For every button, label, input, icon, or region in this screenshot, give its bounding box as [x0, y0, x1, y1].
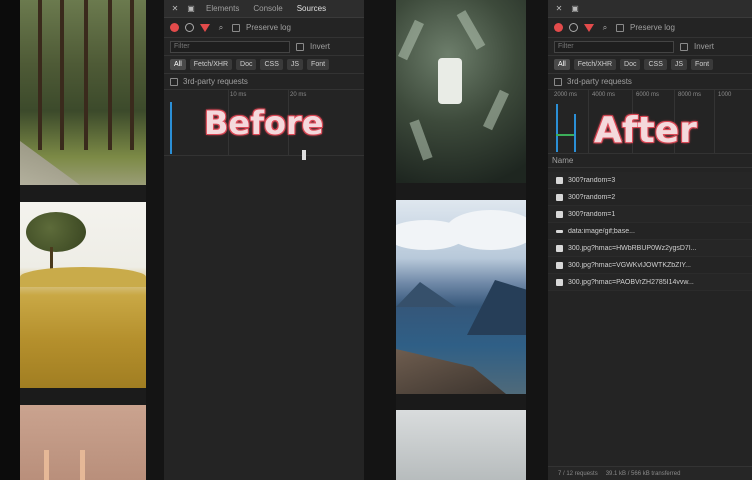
before-label: Before: [204, 104, 324, 142]
third-party-row: 3rd-party requests: [164, 74, 364, 90]
type-font[interactable]: Font: [691, 59, 714, 70]
filter-row: Filter Invert: [164, 38, 364, 56]
request-row[interactable]: data:image/gif;base...: [548, 223, 752, 240]
request-row[interactable]: 300?random=3: [548, 172, 752, 189]
tab-console[interactable]: Console: [249, 4, 286, 13]
search-icon[interactable]: ⌕: [216, 23, 226, 33]
record-icon[interactable]: [170, 23, 179, 32]
third-party-label: 3rd-party requests: [183, 77, 248, 86]
request-row[interactable]: 300?random=1: [548, 206, 752, 223]
after-image-gallery: [396, 0, 526, 480]
sand-photo: [20, 405, 146, 480]
clear-icon[interactable]: [185, 23, 194, 32]
filter-input[interactable]: Filter: [170, 40, 290, 53]
before-image-gallery: [20, 0, 146, 480]
left-edge: [0, 0, 20, 480]
requests-table-header: Name: [548, 154, 752, 168]
close-icon[interactable]: ✕: [554, 4, 564, 14]
image-file-icon: [556, 193, 563, 201]
image-file-icon: [556, 210, 563, 218]
image-file-icon: [556, 278, 563, 286]
filter-input[interactable]: Filter: [554, 40, 674, 53]
fjord-photo: [396, 200, 526, 394]
preserve-log-label: Preserve log: [246, 23, 291, 32]
timeline-tick: 4000 ms: [592, 92, 616, 98]
mossy-rock-photo: [396, 0, 526, 183]
invert-checkbox[interactable]: [680, 42, 688, 51]
type-all[interactable]: All: [170, 59, 186, 70]
forest-path-photo: [20, 0, 146, 185]
request-row[interactable]: 300.jpg?hmac=PAOBVrZH2785I14vvw...: [548, 274, 752, 291]
preserve-log-label: Preserve log: [630, 23, 675, 32]
type-fetch-xhr[interactable]: Fetch/XHR: [573, 59, 617, 70]
type-js[interactable]: JS: [286, 59, 304, 70]
request-count: 7 / 12 requests: [558, 470, 598, 477]
timeline-tick: 8000 ms: [678, 92, 702, 98]
timeline-tick: 2000 ms: [554, 92, 578, 98]
invert-checkbox[interactable]: [296, 42, 304, 51]
timeline-tick: 20 ms: [290, 92, 307, 98]
resource-type-filters: All Fetch/XHR Doc CSS JS Font: [548, 56, 752, 74]
misty-landscape-photo: [396, 410, 526, 480]
mouse-cursor-icon: [302, 150, 306, 160]
record-icon[interactable]: [554, 23, 563, 32]
search-icon[interactable]: ⌕: [600, 23, 610, 33]
invert-label: Invert: [694, 42, 715, 51]
close-icon[interactable]: ✕: [170, 4, 180, 14]
third-party-label: 3rd-party requests: [567, 77, 632, 86]
image-file-icon: [556, 176, 563, 184]
type-fetch-xhr[interactable]: Fetch/XHR: [189, 59, 233, 70]
after-label: After: [594, 110, 697, 151]
third-party-checkbox[interactable]: [554, 77, 562, 86]
timeline-tick: 6000 ms: [636, 92, 660, 98]
timeline-bar: [556, 134, 574, 136]
device-toggle-icon[interactable]: ▣: [186, 4, 196, 14]
device-toggle-icon[interactable]: ▣: [570, 4, 580, 14]
timeline-tick: 1000: [718, 92, 732, 98]
requests-list: 300?random=3 300?random=2 300?random=1 d…: [548, 172, 752, 291]
type-css[interactable]: CSS: [644, 59, 667, 70]
timeline-bar: [556, 104, 558, 152]
filter-row: Filter Invert: [548, 38, 752, 56]
name-column-header[interactable]: Name: [552, 156, 573, 165]
filter-icon[interactable]: [584, 23, 594, 32]
third-party-row: 3rd-party requests: [548, 74, 752, 90]
network-status-bar: 7 / 12 requests 39.1 kB / 566 kB transfe…: [548, 466, 752, 480]
network-toolbar: ⌕ Preserve log: [164, 18, 364, 38]
wheat-field-photo: [20, 202, 146, 388]
type-all[interactable]: All: [554, 59, 570, 70]
type-doc[interactable]: Doc: [236, 59, 257, 70]
filter-icon[interactable]: [200, 23, 210, 32]
type-js[interactable]: JS: [670, 59, 688, 70]
devtools-tabbar: ✕ ▣ Elements Console Sources: [164, 0, 364, 18]
network-toolbar: ⌕ Preserve log: [548, 18, 752, 38]
invert-label: Invert: [310, 42, 331, 51]
type-css[interactable]: CSS: [260, 59, 283, 70]
devtools-network-panel-before: ✕ ▣ Elements Console Sources ⌕ Preserve …: [164, 0, 364, 480]
type-font[interactable]: Font: [307, 59, 330, 70]
tab-elements[interactable]: Elements: [202, 4, 243, 13]
type-doc[interactable]: Doc: [620, 59, 641, 70]
clear-icon[interactable]: [569, 23, 578, 32]
transferred-size: 39.1 kB / 566 kB transferred: [605, 470, 681, 477]
request-row[interactable]: 300?random=2: [548, 189, 752, 206]
preserve-log-checkbox[interactable]: [232, 23, 240, 32]
preserve-log-checkbox[interactable]: [616, 23, 624, 32]
request-row[interactable]: 300.jpg?hmac=HWbRBUP0Wz2ygsD7I...: [548, 240, 752, 257]
timeline-tick: 10 ms: [230, 92, 247, 98]
timeline-bar: [574, 114, 576, 152]
devtools-tabbar: ✕ ▣: [548, 0, 752, 18]
image-file-icon: [556, 261, 563, 269]
resource-type-filters: All Fetch/XHR Doc CSS JS Font: [164, 56, 364, 74]
third-party-checkbox[interactable]: [170, 77, 178, 86]
timeline-bar: [170, 102, 172, 154]
image-file-icon: [556, 244, 563, 252]
request-row[interactable]: 300.jpg?hmac=VGWKvlJOWTKZbZIY...: [548, 257, 752, 274]
tab-sources[interactable]: Sources: [293, 4, 330, 13]
image-file-icon: [556, 229, 563, 233]
devtools-network-panel-after: ✕ ▣ ⌕ Preserve log Filter Invert All Fet…: [548, 0, 752, 480]
